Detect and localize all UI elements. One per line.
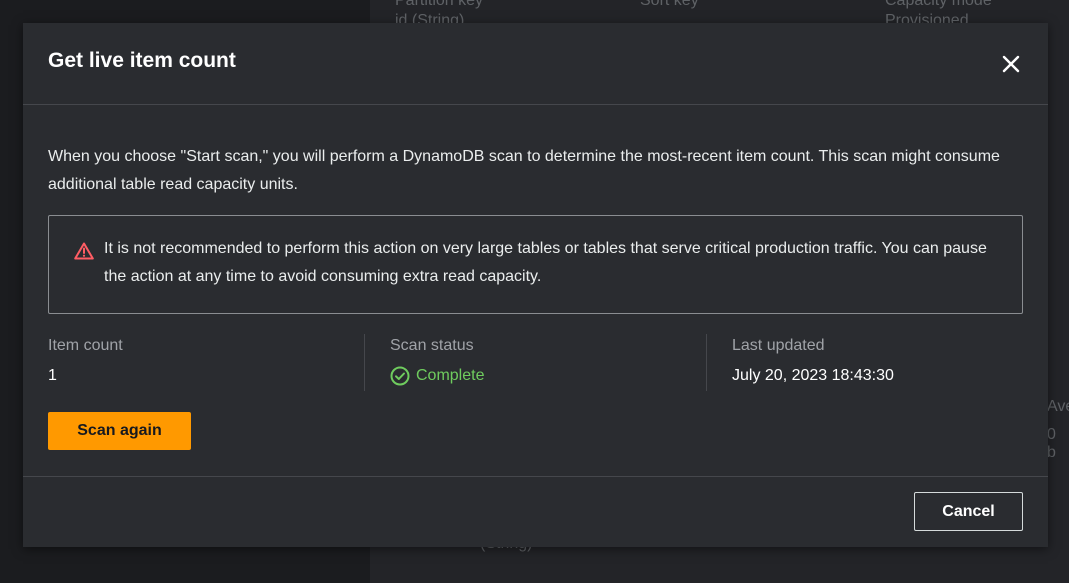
last-updated-label: Last updated: [732, 337, 825, 354]
bg-average-label: Ave: [1047, 398, 1069, 415]
item-count-value: 1: [48, 367, 57, 384]
warning-alert-text: It is not recommended to perform this ac…: [104, 240, 987, 285]
kv-divider: [706, 334, 707, 391]
modal-title: Get live item count: [48, 49, 236, 72]
get-live-item-count-modal: Get live item count When you choose "Sta…: [23, 23, 1048, 547]
warning-triangle-icon: [74, 242, 94, 260]
bg-average-value: 0 b: [1047, 426, 1056, 461]
close-icon[interactable]: [999, 52, 1023, 76]
scan-status-text: Complete: [416, 367, 485, 384]
cancel-button[interactable]: Cancel: [914, 492, 1023, 531]
scan-status-value: Complete: [390, 365, 484, 387]
kv-divider: [364, 334, 365, 391]
modal-header: Get live item count: [23, 23, 1048, 105]
scan-status-field: Scan status Complete: [390, 335, 705, 392]
item-count-field: Item count 1: [48, 335, 363, 392]
scan-again-button[interactable]: Scan again: [48, 412, 191, 450]
check-circle-icon: [390, 366, 410, 386]
bg-sort-key-label: Sort key: [640, 0, 699, 9]
last-updated-field: Last updated July 20, 2023 18:43:30: [732, 335, 1032, 392]
warning-alert: It is not recommended to perform this ac…: [48, 215, 1023, 314]
scan-status-label: Scan status: [390, 337, 474, 354]
scan-description: When you choose "Start scan," you will p…: [48, 148, 1000, 193]
item-count-label: Item count: [48, 337, 123, 354]
bg-partition-key-label: Partition key: [395, 0, 484, 9]
last-updated-value: July 20, 2023 18:43:30: [732, 367, 894, 384]
bg-capacity-mode-label: Capacity mode: [885, 0, 992, 9]
modal-footer: Cancel: [23, 476, 1048, 548]
